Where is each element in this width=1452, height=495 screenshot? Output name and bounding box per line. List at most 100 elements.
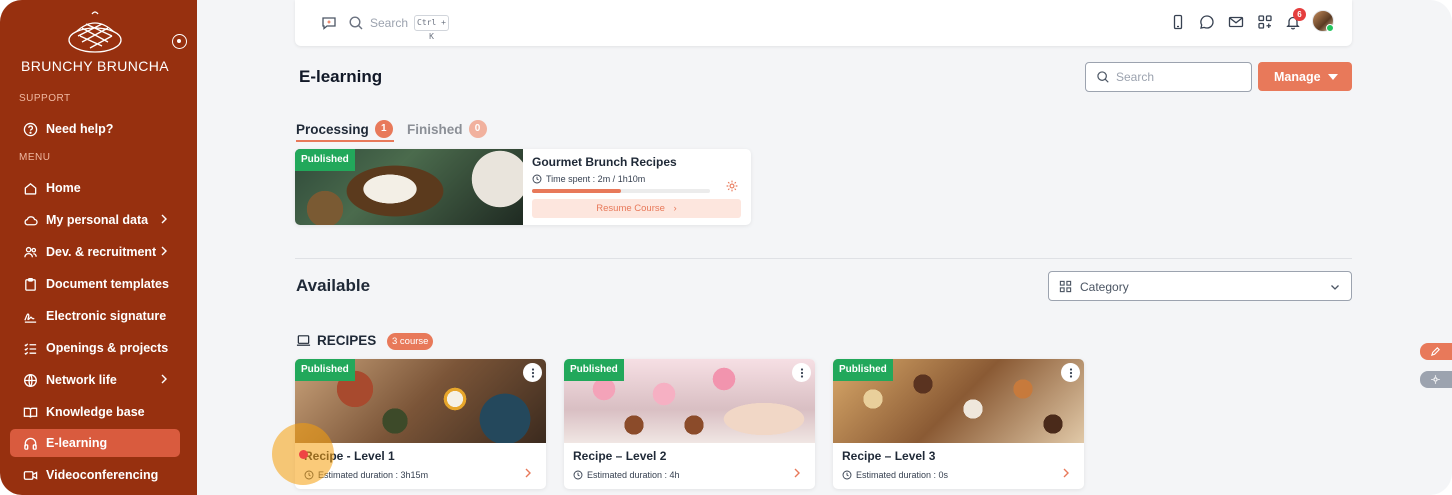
resume-course-button[interactable]: Resume Course ›: [532, 199, 741, 218]
gear-icon: [1431, 375, 1440, 384]
mobile-phone-icon[interactable]: [1170, 14, 1186, 30]
estimated-duration: Estimated duration : 0s: [842, 470, 948, 480]
sidebar-item-network-life[interactable]: Network life: [10, 366, 180, 394]
laptop-icon: [296, 335, 311, 346]
category-name: RECIPES: [317, 333, 377, 348]
chat-sparkle-icon[interactable]: [321, 15, 337, 31]
app-window: BRUNCHY BRUNCHA SUPPORT Need help? MENU …: [0, 0, 1452, 495]
published-badge: Published: [295, 149, 355, 171]
home-icon: [24, 182, 37, 195]
course-title: Recipe – Level 2: [573, 449, 667, 463]
feedback-side-tab[interactable]: [1420, 343, 1452, 360]
estimated-duration-text: Estimated duration : 3h15m: [318, 470, 429, 480]
more-vertical-icon: [531, 367, 534, 378]
chevron-right-icon: [161, 374, 167, 384]
chevron-right-icon: [161, 246, 167, 256]
top-bar: Search Ctrl + K 6: [295, 0, 1352, 46]
clipboard-icon: [25, 277, 36, 291]
course-search-input[interactable]: [1116, 70, 1241, 84]
section-divider: [295, 258, 1352, 259]
sidebar-item-openings-projects[interactable]: Openings & projects: [10, 334, 180, 362]
published-badge: Published: [833, 359, 893, 381]
support-section-label: SUPPORT: [19, 93, 71, 104]
page-title: E-learning: [299, 67, 383, 86]
checklist-icon: [24, 342, 37, 355]
chevron-right-icon[interactable]: [791, 467, 803, 479]
message-bubble-icon[interactable]: [1199, 14, 1215, 30]
published-badge: Published: [295, 359, 355, 381]
chevron-right-icon: [161, 214, 167, 224]
chevron-right-icon[interactable]: [522, 467, 534, 479]
video-camera-icon: [23, 470, 38, 480]
course-count-badge: 3 course: [387, 333, 434, 350]
course-card[interactable]: Published Recipe – Level 2 Estimated dur…: [564, 359, 815, 489]
tab-count-badge: 1: [374, 120, 393, 138]
tab-finished[interactable]: Finished 0: [407, 120, 487, 138]
sidebar-item-dev-recruitment[interactable]: Dev. & recruitment: [10, 238, 180, 266]
sidebar-item-document-templates[interactable]: Document templates: [10, 270, 180, 298]
chevron-right-icon: ›: [673, 203, 677, 214]
sidebar-item-label: Need help?: [46, 122, 114, 136]
chevron-right-icon[interactable]: [1060, 467, 1072, 479]
cursor-pointer: [299, 450, 308, 459]
course-card[interactable]: Published Recipe – Level 3 Estimated dur…: [833, 359, 1084, 489]
sidebar-item-label: Network life: [46, 373, 117, 387]
mail-icon[interactable]: [1228, 14, 1244, 30]
in-progress-course-card[interactable]: Published Gourmet Brunch Recipes Time sp…: [295, 149, 751, 225]
resume-course-label: Resume Course: [596, 203, 665, 214]
course-search-field[interactable]: [1085, 62, 1252, 92]
active-tab-indicator: [296, 140, 394, 142]
category-select[interactable]: Category: [1048, 271, 1352, 301]
time-spent: Time spent : 2m / 1h10m: [532, 174, 645, 184]
waffle-logo-icon: [68, 11, 122, 53]
global-search-input[interactable]: Search: [370, 16, 408, 30]
course-card[interactable]: Published Recipe - Level 1 Estimated dur…: [295, 359, 546, 489]
apps-grid-icon[interactable]: [1257, 14, 1273, 30]
more-vertical-icon: [800, 367, 803, 378]
tab-label: Finished: [407, 121, 463, 137]
globe-icon: [24, 373, 37, 387]
sidebar-item-personal-data[interactable]: My personal data: [10, 206, 180, 234]
published-badge: Published: [564, 359, 624, 381]
headphones-icon: [24, 437, 37, 450]
course-progress-fill: [532, 189, 621, 193]
sidebar-item-electronic-signature[interactable]: Electronic signature: [10, 302, 180, 330]
course-title: Recipe – Level 3: [842, 449, 936, 463]
tab-count-badge: 0: [468, 120, 487, 138]
sidebar-item-label: My personal data: [46, 213, 149, 227]
available-section-title: Available: [296, 276, 371, 295]
clock-icon: [573, 470, 583, 480]
search-icon[interactable]: [348, 15, 364, 31]
sidebar-item-home[interactable]: Home: [10, 174, 180, 202]
course-options-button[interactable]: [1061, 363, 1080, 382]
sidebar-item-label: Document templates: [46, 277, 169, 291]
course-title: Gourmet Brunch Recipes: [532, 155, 677, 169]
time-spent-text: Time spent : 2m / 1h10m: [546, 174, 646, 184]
brand-name: BRUNCHY BRUNCHA: [20, 58, 170, 74]
menu-section-label: MENU: [19, 152, 51, 163]
help-circle-icon: [23, 122, 38, 136]
sidebar-item-knowledge-base[interactable]: Knowledge base: [10, 398, 180, 426]
collapse-sidebar-button[interactable]: [172, 34, 187, 49]
sidebar: BRUNCHY BRUNCHA SUPPORT Need help? MENU …: [0, 0, 197, 495]
book-open-icon: [23, 407, 38, 418]
tab-processing[interactable]: Processing 1: [296, 120, 393, 138]
sidebar-item-videoconferencing[interactable]: Videoconferencing: [10, 461, 180, 489]
settings-side-tab[interactable]: [1420, 371, 1452, 388]
sidebar-item-label: Openings & projects: [46, 341, 169, 355]
sidebar-item-label: E-learning: [46, 436, 108, 450]
course-options-button[interactable]: [523, 363, 542, 382]
sidebar-item-help[interactable]: Need help?: [10, 115, 180, 143]
user-avatar[interactable]: [1312, 10, 1334, 32]
cloud-icon: [24, 215, 38, 225]
gear-icon[interactable]: [725, 179, 739, 193]
more-vertical-icon: [1069, 367, 1072, 378]
manage-dropdown-button[interactable]: Manage: [1258, 62, 1352, 91]
sidebar-item-label: Dev. & recruitment: [46, 245, 157, 259]
course-options-button[interactable]: [792, 363, 811, 382]
pencil-icon: [1430, 347, 1440, 357]
sidebar-item-e-learning[interactable]: E-learning: [10, 429, 180, 457]
keyboard-shortcut-hint: Ctrl + K: [414, 15, 449, 41]
signature-icon: [24, 312, 37, 323]
estimated-duration-text: Estimated duration : 4h: [587, 470, 680, 480]
